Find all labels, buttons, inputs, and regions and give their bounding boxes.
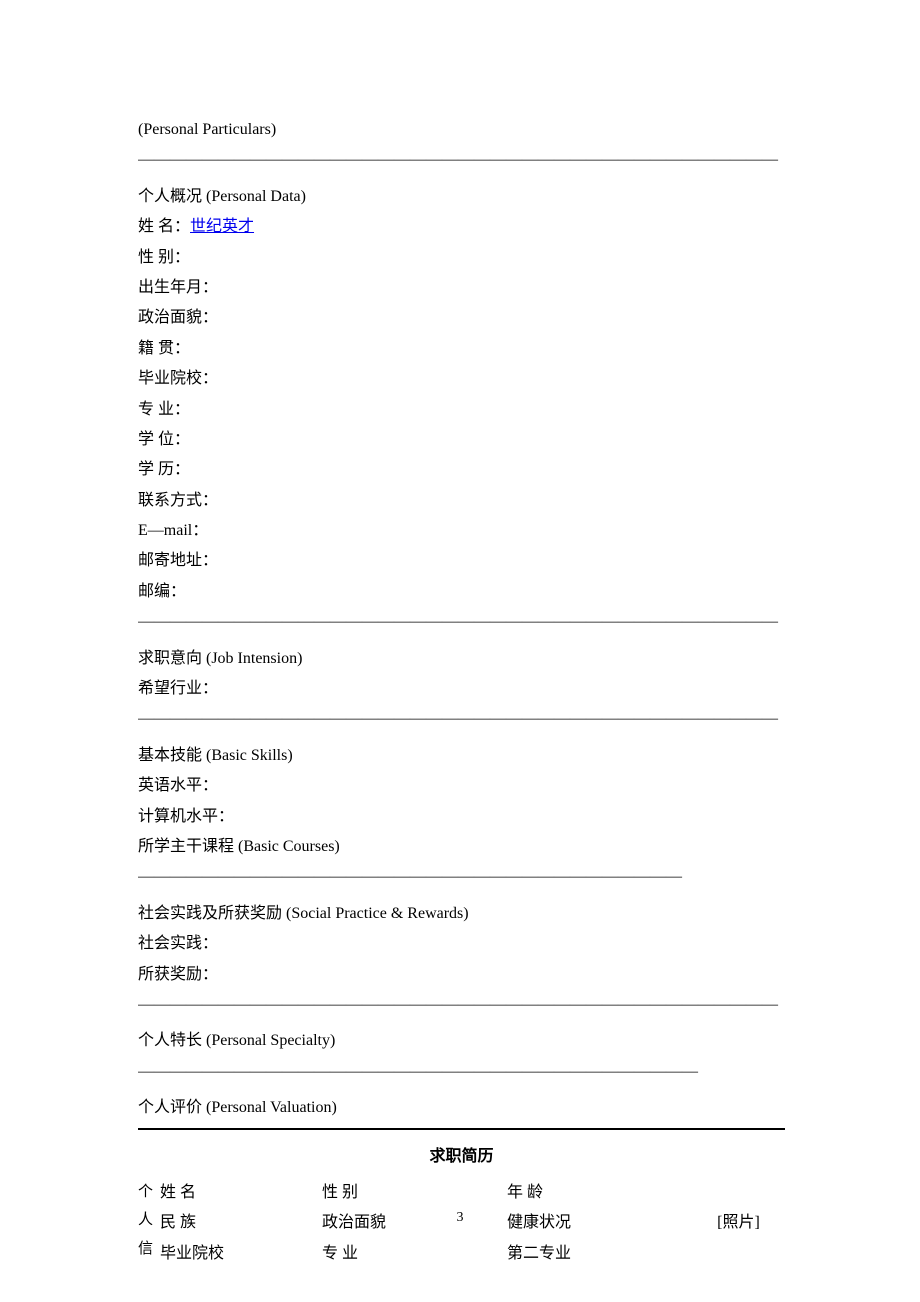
divider: ———————————————————————————————————: [138, 1057, 785, 1087]
cell-age: 年 龄: [507, 1178, 692, 1208]
field-name-label: 姓 名：: [138, 218, 190, 235]
field-practice: 社会实践：: [138, 929, 785, 959]
section-personal-valuation-title: 个人评价 (Personal Valuation): [138, 1093, 785, 1123]
field-education: 学 历：: [138, 455, 785, 485]
divider: ————————————————————————————————————————: [138, 704, 785, 734]
field-industry: 希望行业：: [138, 674, 785, 704]
section-job-intension-title: 求职意向 (Job Intension): [138, 644, 785, 674]
section-personal-data-title: 个人概况 (Personal Data): [138, 182, 785, 212]
side-l1: 个: [138, 1178, 160, 1207]
divider: ————————————————————————————————————————: [138, 990, 785, 1020]
field-english: 英语水平：: [138, 771, 785, 801]
cell-second-major: 第二专业: [507, 1239, 692, 1269]
field-gender: 性 别：: [138, 243, 785, 273]
cell-gender: 性 别: [322, 1178, 507, 1208]
field-courses: 所学主干课程 (Basic Courses): [138, 832, 785, 862]
field-contact: 联系方式：: [138, 486, 785, 516]
cell-major: 专 业: [322, 1239, 507, 1269]
field-name: 姓 名：世纪英才: [138, 212, 785, 242]
field-major: 专 业：: [138, 395, 785, 425]
field-birth: 出生年月：: [138, 273, 785, 303]
field-mail-addr: 邮寄地址：: [138, 546, 785, 576]
field-origin: 籍 贯：: [138, 334, 785, 364]
field-email: E—mail：: [138, 516, 785, 546]
section-personal-specialty-title: 个人特长 (Personal Specialty): [138, 1026, 785, 1056]
field-political: 政治面貌：: [138, 303, 785, 333]
field-computer: 计算机水平：: [138, 802, 785, 832]
page-number: 3: [0, 1205, 920, 1232]
section-basic-skills-title: 基本技能 (Basic Skills): [138, 741, 785, 771]
header-title: (Personal Particulars): [138, 115, 785, 145]
divider: ——————————————————————————————————: [138, 862, 785, 892]
table-row: 毕业院校 专 业 第二专业: [160, 1239, 785, 1269]
section-social-practice-title: 社会实践及所获奖励 (Social Practice & Rewards): [138, 899, 785, 929]
cell-photo: [692, 1178, 785, 1208]
resume2-title: 求职简历: [138, 1142, 785, 1172]
divider: ————————————————————————————————————————: [138, 145, 785, 175]
cell-name: 姓 名: [160, 1178, 322, 1208]
name-link[interactable]: 世纪英才: [190, 218, 254, 235]
thick-divider: [138, 1128, 785, 1130]
field-school: 毕业院校：: [138, 364, 785, 394]
table-row: 姓 名 性 别 年 龄: [160, 1178, 785, 1208]
cell-school: 毕业院校: [160, 1239, 322, 1269]
field-postcode: 邮编：: [138, 577, 785, 607]
field-rewards: 所获奖励：: [138, 960, 785, 990]
side-l3: 信: [138, 1235, 160, 1264]
field-degree: 学 位：: [138, 425, 785, 455]
divider: ————————————————————————————————————————: [138, 607, 785, 637]
